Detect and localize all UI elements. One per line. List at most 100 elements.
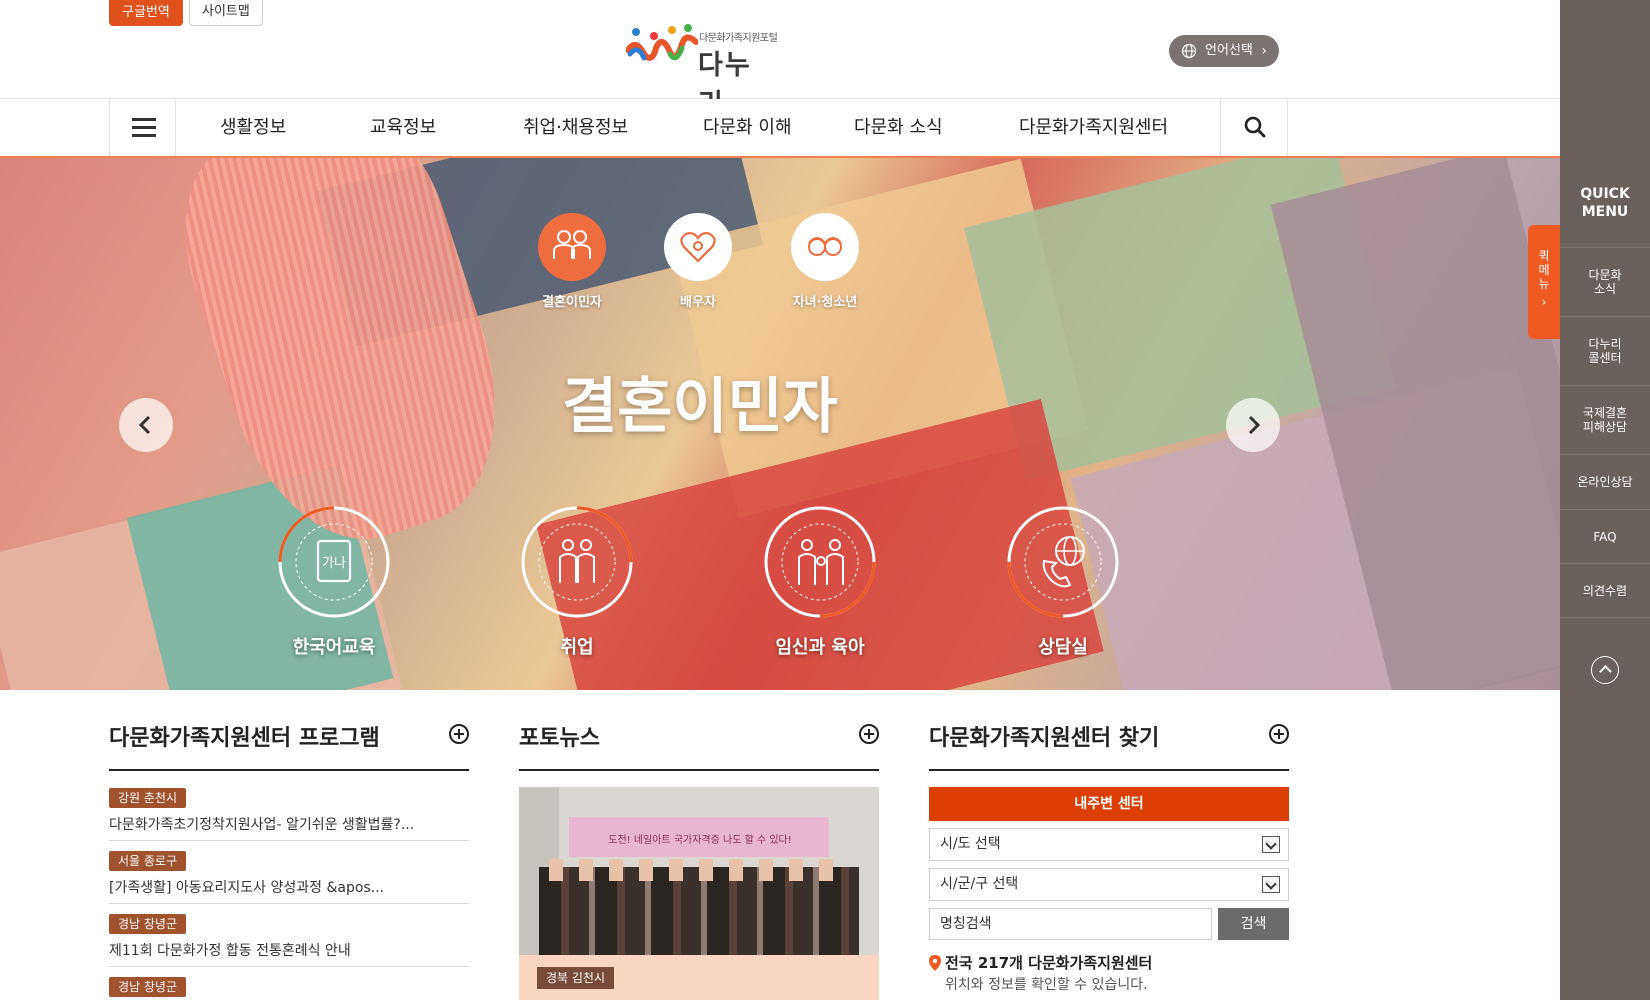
quick-menu-title-line1: QUICK xyxy=(1580,186,1630,202)
google-translate-button[interactable]: 구글번역 xyxy=(109,0,183,26)
nav-item-employment-info[interactable]: 취업·채용정보 xyxy=(523,99,628,156)
quick-menu-tab-label: 퀵메뉴 xyxy=(1538,249,1550,291)
photo-caption[interactable]: 경북 김천시 xyxy=(519,955,879,1000)
menu-icon[interactable] xyxy=(109,99,176,156)
korean-book-icon: 가나 xyxy=(277,505,391,619)
news-photo[interactable]: 도전! 네일아트 국가자격증 나도 할 수 있다! xyxy=(519,787,879,955)
svg-text:가나: 가나 xyxy=(322,556,346,571)
region-badge: 서울 종로구 xyxy=(109,851,187,871)
service-counseling[interactable]: 상담실 xyxy=(993,505,1133,659)
service-employment[interactable]: 취업 xyxy=(507,505,647,659)
quick-item-feedback[interactable]: 의견수렴 xyxy=(1560,563,1650,617)
program-item[interactable]: 서울 종로구 [가족생활] 아동요리지도사 양성과정 &apos... xyxy=(109,841,469,904)
family-icon xyxy=(763,505,877,619)
scroll-top-icon[interactable] xyxy=(1591,656,1619,684)
nearby-center-button[interactable]: 내주변 센터 xyxy=(929,787,1289,821)
quick-menu-tab[interactable]: 퀵메뉴 › xyxy=(1528,225,1560,339)
service-pregnancy-parenting[interactable]: 임신과 육아 xyxy=(750,505,890,659)
quick-menu-divider xyxy=(1560,617,1650,618)
province-select[interactable]: 시/도 선택 xyxy=(929,828,1289,861)
program-title: [가족생활] 아동요리지도사 양성과정 &apos... xyxy=(109,880,385,896)
sitemap-button[interactable]: 사이트맵 xyxy=(189,0,263,26)
service-label: 상담실 xyxy=(1038,637,1088,658)
quick-item-multicultural-news[interactable]: 다문화 소식 xyxy=(1560,247,1650,316)
section-divider xyxy=(929,769,1289,771)
program-item[interactable]: 경남 창녕군 제11회 다문화가정 합동 전통혼례식 안내 xyxy=(109,904,469,967)
program-item[interactable]: 경남 창녕군 xyxy=(109,967,469,1000)
chevron-right-icon: › xyxy=(1261,43,1267,59)
category-label: 자녀·청소년 xyxy=(792,295,858,310)
map-pin-icon xyxy=(929,955,941,971)
photo-news-heading: 포토뉴스 xyxy=(519,726,600,751)
children-icon xyxy=(791,213,859,281)
section-divider xyxy=(519,769,879,771)
site-logo[interactable]: 다문화가족지원포털 다누리 xyxy=(626,20,778,120)
program-heading: 다문화가족지원센터 프로그램 xyxy=(109,726,380,751)
program-title: 다문화가족초기정착지원사업- 알기쉬운 생활법률?... xyxy=(109,817,415,833)
quick-item-label: 온라인상담 xyxy=(1577,475,1633,489)
main-area: 구글번역 사이트맵 다문화가족지원포털 다누리 언어선택 › 생활정보 교육정보… xyxy=(0,0,1560,1000)
center-count: 전국 217개 다문화가족지원센터 xyxy=(945,954,1153,972)
quick-menu-title-line2: MENU xyxy=(1581,204,1629,220)
hero-banner: 결혼이민자 배우자 자녀·청소년 결혼이민자 가나 한국어교육 취업 임신과 육… xyxy=(0,158,1560,690)
region-badge: 강원 춘천시 xyxy=(109,788,187,808)
category-label: 배우자 xyxy=(680,295,716,310)
logo-figures-icon xyxy=(626,24,698,61)
category-label: 결혼이민자 xyxy=(542,295,602,310)
region-badge: 경남 창녕군 xyxy=(109,914,187,934)
top-bar: 구글번역 사이트맵 다문화가족지원포털 다누리 언어선택 › xyxy=(0,0,1560,120)
nav-item-support-center[interactable]: 다문화가족지원센터 xyxy=(1019,99,1168,156)
globe-icon xyxy=(1181,43,1197,59)
photo-news-section: 포토뉴스 도전! 네일아트 국가자격증 나도 할 수 있다! 경북 김천시 xyxy=(519,690,879,1000)
program-title: 제11회 다문화가정 합동 전통혼례식 안내 xyxy=(109,943,351,959)
plus-circle-icon[interactable] xyxy=(449,724,469,744)
name-search-input[interactable]: 명칭검색 xyxy=(929,908,1212,940)
region-badge: 경남 창녕군 xyxy=(109,977,187,997)
category-spouse[interactable]: 배우자 xyxy=(638,213,758,310)
dropdown-arrow-icon xyxy=(1262,836,1280,853)
nav-item-multicultural-news[interactable]: 다문화 소식 xyxy=(854,99,943,156)
nav-item-multicultural-understanding[interactable]: 다문화 이해 xyxy=(703,99,792,156)
find-center-section: 다문화가족지원센터 찾기 내주변 센터 시/도 선택 시/군/구 선택 명칭검색… xyxy=(929,690,1289,1000)
quick-item-label: FAQ xyxy=(1593,529,1617,544)
quick-item-label: 다문화 소식 xyxy=(1588,268,1622,296)
service-korean-education[interactable]: 가나 한국어교육 xyxy=(264,505,404,659)
search-button[interactable]: 검색 xyxy=(1218,908,1289,940)
quick-item-label: 국제결혼 피해상담 xyxy=(1582,406,1628,434)
program-item[interactable]: 강원 춘천시 다문화가족초기정착지원사업- 알기쉬운 생활법률?... xyxy=(109,778,469,841)
service-label: 임신과 육아 xyxy=(775,637,865,658)
quick-item-label: 다누리 콜센터 xyxy=(1588,337,1622,365)
quick-item-label: 의견수렴 xyxy=(1582,583,1628,598)
province-select-value: 시/도 선택 xyxy=(940,836,1001,852)
district-select[interactable]: 시/군/구 선택 xyxy=(929,868,1289,901)
page: { "top": { "google_translate": "구글번역", "… xyxy=(0,0,1650,1000)
photo-faces xyxy=(549,859,849,881)
next-arrow-icon[interactable] xyxy=(1226,398,1280,452)
service-label: 취업 xyxy=(560,637,594,658)
plus-circle-icon[interactable] xyxy=(1269,724,1289,744)
nav-item-education-info[interactable]: 교육정보 xyxy=(370,99,436,156)
quick-item-online-counsel[interactable]: 온라인상담 xyxy=(1560,454,1650,509)
chevron-right-icon: › xyxy=(1541,295,1547,309)
quick-item-faq[interactable]: FAQ xyxy=(1560,509,1650,563)
language-select-button[interactable]: 언어선택 › xyxy=(1169,35,1279,67)
prev-arrow-icon[interactable] xyxy=(119,398,173,452)
search-icon[interactable] xyxy=(1220,99,1288,156)
category-marriage-immigrant[interactable]: 결혼이민자 xyxy=(512,213,632,310)
quick-menu-title: QUICK MENU xyxy=(1560,185,1650,221)
find-center-heading: 다문화가족지원센터 찾기 xyxy=(929,726,1160,751)
marriage-immigrant-icon xyxy=(538,213,606,281)
quick-item-call-center[interactable]: 다누리 콜센터 xyxy=(1560,316,1650,385)
quick-item-marriage-damage-counsel[interactable]: 국제결혼 피해상담 xyxy=(1560,385,1650,454)
region-badge: 경북 김천시 xyxy=(537,967,615,989)
service-label: 한국어교육 xyxy=(292,637,376,658)
plus-circle-icon[interactable] xyxy=(859,724,879,744)
quick-menu: QUICK MENU 다문화 소식 다누리 콜센터 국제결혼 피해상담 온라인상… xyxy=(1560,0,1650,1000)
logo-tagline: 다문화가족지원포털 xyxy=(699,33,778,44)
main-nav: 생활정보 교육정보 취업·채용정보 다문화 이해 다문화 소식 다문화가족지원센… xyxy=(0,99,1560,158)
hero-title: 결혼이민자 xyxy=(562,372,838,442)
center-description: 위치와 정보를 확인할 수 있습니다. xyxy=(945,977,1148,993)
category-children-youth[interactable]: 자녀·청소년 xyxy=(765,213,885,310)
nav-item-life-info[interactable]: 생활정보 xyxy=(220,99,286,156)
section-divider xyxy=(109,769,469,771)
